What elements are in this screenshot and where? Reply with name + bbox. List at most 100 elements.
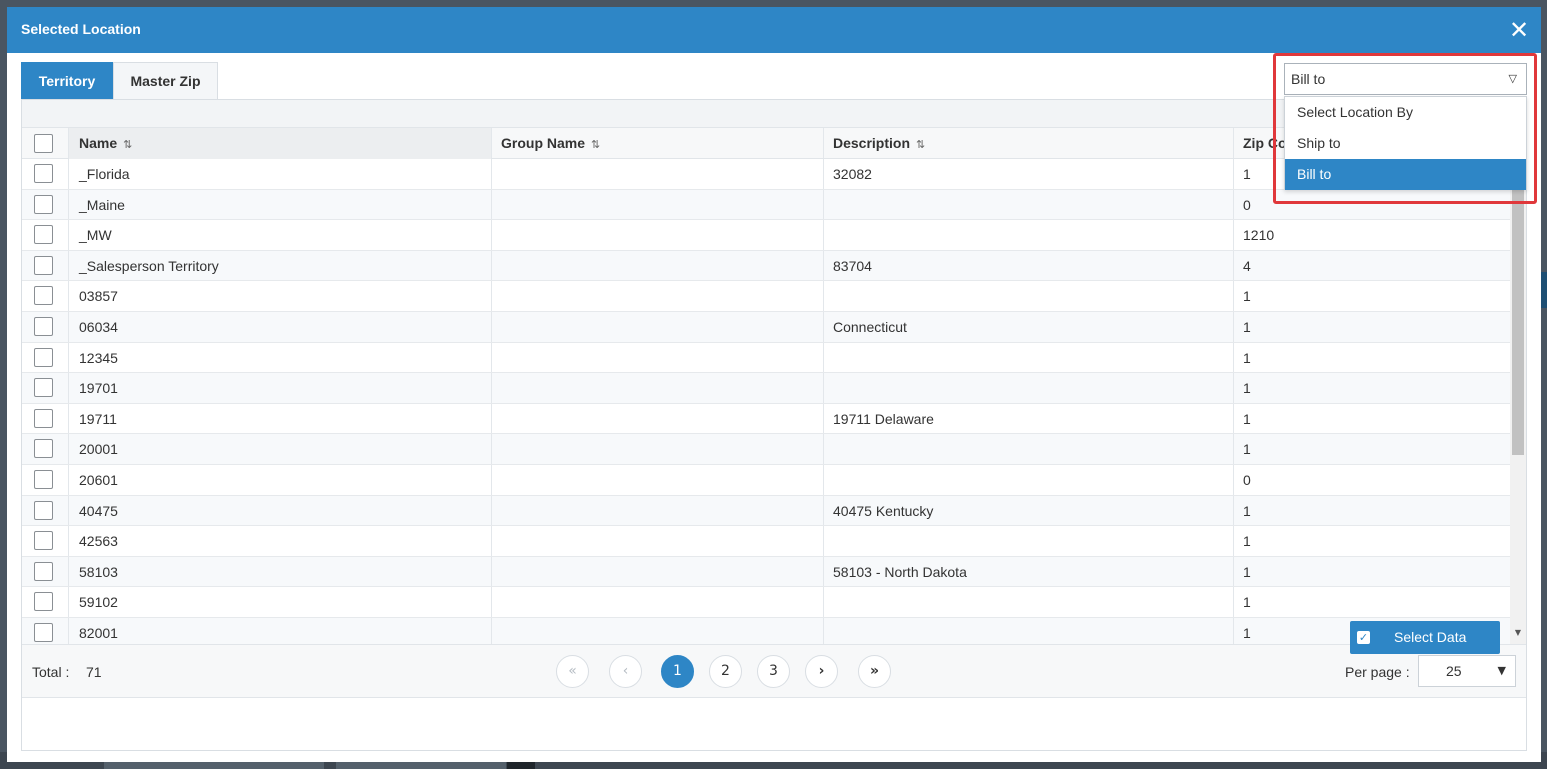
- table-row[interactable]: 06034 Connecticut 1: [22, 312, 1510, 343]
- row-checkbox[interactable]: [34, 561, 53, 581]
- cell-group-name: [491, 343, 823, 373]
- location-select-menu: Select Location By Ship to Bill to: [1284, 96, 1527, 190]
- table-row[interactable]: 40475 40475 Kentucky 1: [22, 495, 1510, 527]
- location-select-value: Bill to: [1291, 71, 1326, 87]
- cell-group-name: [491, 159, 823, 189]
- table-row[interactable]: 19701 1: [22, 373, 1510, 404]
- cell-group-name: [491, 312, 823, 342]
- row-checkbox[interactable]: [34, 194, 53, 214]
- cell-group-name: [491, 587, 823, 617]
- option-ship-to[interactable]: Ship to: [1285, 128, 1526, 159]
- row-checkbox[interactable]: [34, 378, 53, 398]
- page-3-button[interactable]: 3: [757, 655, 790, 688]
- cell-zip-count: 1: [1243, 502, 1251, 519]
- cell-zip-count: 0: [1243, 472, 1251, 488]
- tab-territory[interactable]: Territory: [21, 62, 113, 99]
- per-page-select[interactable]: 25 ▼: [1418, 655, 1516, 687]
- cell-name: 58103: [79, 563, 118, 580]
- scroll-down-icon[interactable]: ▼: [1513, 628, 1523, 638]
- row-checkbox[interactable]: [34, 623, 53, 642]
- cell-zip-count: 1210: [1243, 227, 1275, 244]
- location-select[interactable]: Bill to ▽: [1284, 63, 1527, 95]
- row-checkbox[interactable]: [34, 439, 53, 459]
- column-header-name[interactable]: Name ⇅: [69, 128, 491, 159]
- grid-scrollbar[interactable]: ▲ ▼: [1510, 128, 1526, 644]
- table-row[interactable]: 58103 58103 - North Dakota 1: [22, 556, 1510, 588]
- row-checkbox[interactable]: [34, 164, 53, 183]
- cell-zip-count: 1: [1243, 594, 1251, 611]
- cell-name: _Florida: [79, 166, 130, 182]
- cell-name: _MW: [79, 227, 112, 244]
- select-all-checkbox[interactable]: [34, 134, 53, 153]
- table-row[interactable]: 03857 1: [22, 281, 1510, 312]
- table-row[interactable]: 42563 1: [22, 526, 1510, 557]
- close-icon[interactable]: ✕: [1507, 18, 1531, 42]
- cell-description: [823, 434, 1233, 464]
- page-1-button[interactable]: 1: [661, 655, 694, 688]
- row-checkbox[interactable]: [34, 592, 53, 612]
- row-select-cell: [22, 465, 68, 495]
- cell-name: 06034: [79, 319, 118, 335]
- page-2-button[interactable]: 2: [709, 655, 742, 688]
- check-icon: ✓: [1357, 631, 1370, 644]
- row-select-cell: [22, 404, 68, 434]
- table-row[interactable]: _Salesperson Territory 83704 4: [22, 250, 1510, 282]
- row-select-cell: [22, 190, 68, 220]
- cell-description: [823, 587, 1233, 617]
- row-checkbox[interactable]: [34, 470, 53, 489]
- cell-group-name: [491, 404, 823, 434]
- cell-group-name: [491, 190, 823, 220]
- table-row[interactable]: 20001 1: [22, 434, 1510, 465]
- table-row[interactable]: 59102 1: [22, 587, 1510, 618]
- cell-description: 19711 Delaware: [833, 410, 934, 427]
- option-bill-to[interactable]: Bill to: [1285, 159, 1526, 190]
- sort-icon: ⇅: [916, 138, 926, 151]
- cell-name: 03857: [79, 288, 118, 305]
- column-header-group-name[interactable]: Group Name ⇅: [491, 128, 823, 159]
- cell-description: [823, 190, 1233, 220]
- row-checkbox[interactable]: [34, 286, 53, 306]
- cell-group-name: [491, 557, 823, 587]
- select-data-button[interactable]: ✓ Select Data: [1350, 621, 1500, 654]
- first-page-button[interactable]: «: [556, 655, 589, 688]
- table-row[interactable]: _MW 1210: [22, 220, 1510, 251]
- row-select-cell: [22, 496, 68, 526]
- cell-name: 20001: [79, 441, 118, 458]
- cell-group-name: [491, 373, 823, 403]
- cell-group-name: [491, 281, 823, 311]
- per-page-value: 25: [1446, 663, 1462, 679]
- option-select-location-by[interactable]: Select Location By: [1285, 97, 1526, 128]
- row-checkbox[interactable]: [34, 317, 53, 336]
- row-checkbox[interactable]: [34, 255, 53, 275]
- cell-group-name: [491, 251, 823, 281]
- row-checkbox[interactable]: [34, 347, 53, 367]
- table-row[interactable]: 82001 1: [22, 618, 1510, 644]
- cell-name: 40475: [79, 502, 118, 519]
- row-checkbox[interactable]: [34, 500, 53, 520]
- cell-zip-count: 4: [1243, 257, 1251, 274]
- cell-name: 19711: [79, 410, 117, 427]
- cell-description: 58103 - North Dakota: [833, 563, 967, 580]
- row-select-cell: [22, 373, 68, 403]
- cell-description: [823, 618, 1233, 644]
- table-row[interactable]: 12345 1: [22, 342, 1510, 374]
- cell-name: 59102: [79, 594, 118, 611]
- table-row[interactable]: 20601 0: [22, 465, 1510, 496]
- modal-title: Selected Location: [21, 21, 141, 37]
- row-checkbox[interactable]: [34, 225, 53, 245]
- cell-name: _Maine: [79, 196, 125, 213]
- row-checkbox[interactable]: [34, 408, 53, 428]
- row-select-cell: [22, 343, 68, 373]
- last-page-button[interactable]: »: [858, 655, 891, 688]
- prev-page-button[interactable]: ‹: [609, 655, 642, 688]
- cell-description: [823, 373, 1233, 403]
- tab-master-zip[interactable]: Master Zip: [113, 62, 218, 99]
- table-row[interactable]: 19711 19711 Delaware 1: [22, 403, 1510, 435]
- column-header-name-label: Name: [79, 135, 118, 151]
- column-header-description[interactable]: Description ⇅: [823, 128, 1233, 159]
- row-select-cell: [22, 587, 68, 617]
- scroll-thumb[interactable]: [1512, 160, 1524, 455]
- cell-group-name: [491, 618, 823, 644]
- next-page-button[interactable]: ›: [805, 655, 838, 688]
- row-checkbox[interactable]: [34, 531, 53, 551]
